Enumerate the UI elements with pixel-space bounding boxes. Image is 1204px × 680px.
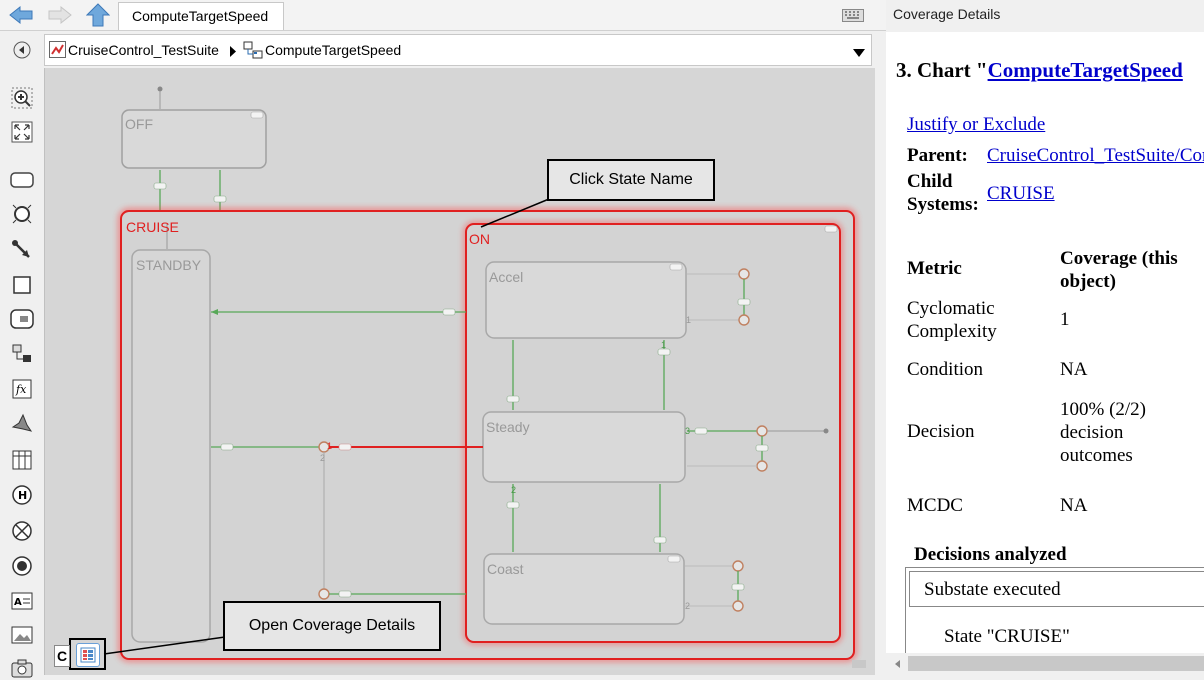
model-icon	[49, 41, 66, 61]
coverage-report-icon	[80, 647, 96, 663]
decisions-table: Substate executed State "CRUISE"	[905, 567, 1204, 653]
metric-value: NA	[1060, 495, 1088, 516]
history-junction-icon[interactable]: H	[10, 483, 34, 507]
metric-name: Decision	[907, 421, 975, 442]
forward-arrow-icon[interactable]	[47, 4, 73, 26]
justify-or-exclude-link[interactable]: Justify or Exclude	[907, 114, 1045, 136]
callout-open-coverage-details: Open Coverage Details	[223, 601, 441, 651]
transition-number: 1	[661, 340, 667, 350]
svg-text:fx: fx	[15, 383, 27, 396]
simulink-state-icon[interactable]	[10, 342, 34, 366]
metric-name: MCDC	[907, 495, 963, 516]
chart-icon	[243, 41, 263, 62]
chart-heading: 3. Chart "ComputeTargetSpeed	[896, 58, 1183, 83]
decision-row-label: Substate executed	[924, 579, 1061, 600]
metric-header: Metric	[907, 258, 962, 279]
chart-heading-link[interactable]: ComputeTargetSpeed	[988, 58, 1183, 82]
breadcrumb: CruiseControl_TestSuite ComputeTargetSpe…	[44, 34, 872, 66]
coverage-details-panel: 3. Chart "ComputeTargetSpeed Justify or …	[886, 32, 1204, 653]
exit-junction-icon[interactable]	[10, 519, 34, 543]
metric-name: Condition	[907, 359, 984, 380]
tab-compute-target-speed[interactable]: ComputeTargetSpeed	[118, 2, 284, 30]
state-coast-label: Coast	[487, 561, 524, 577]
box-tool-icon[interactable]	[10, 273, 34, 297]
decisions-heading: Decisions analyzed	[914, 544, 1067, 565]
scrollbar-track	[895, 656, 1204, 671]
callout-click-state-name: Click State Name	[547, 159, 715, 201]
fit-to-view-icon[interactable]	[10, 120, 34, 144]
matlab-function-icon[interactable]	[10, 412, 34, 436]
transition-number: 3	[685, 426, 691, 436]
annotation-tool-icon[interactable]: A	[10, 589, 34, 613]
breadcrumb-chart[interactable]: ComputeTargetSpeed	[265, 42, 401, 58]
metric-value: NA	[1060, 359, 1088, 380]
graphical-function-icon[interactable]: fx	[10, 377, 34, 401]
breadcrumb-separator-icon	[229, 45, 237, 60]
state-standby[interactable]	[131, 249, 211, 643]
coverage-details-title: Coverage Details	[893, 6, 1001, 22]
decision-row: Substate executed	[909, 571, 1204, 607]
child-systems-label-2: Systems:	[907, 194, 979, 215]
transition-number: 2	[320, 453, 326, 463]
child-link-cruise[interactable]: CRUISE	[987, 183, 1055, 205]
state-cruise-label[interactable]: CRUISE	[126, 219, 179, 235]
default-transition-icon[interactable]	[10, 238, 34, 262]
state-steady-label: Steady	[486, 419, 530, 435]
child-systems-label-1: Child	[907, 171, 953, 192]
coverage-badge[interactable]: C	[54, 645, 70, 667]
junction-tool-icon[interactable]	[10, 202, 34, 226]
hide-palette-icon[interactable]	[10, 38, 34, 62]
chevron-down-icon[interactable]	[853, 45, 865, 60]
decision-state: State "CRUISE"	[944, 626, 1070, 647]
zoom-in-icon[interactable]	[10, 86, 34, 110]
horizontal-scrollbar[interactable]	[886, 653, 1204, 675]
transition-number: 2	[685, 601, 691, 611]
metric-value: 100% (2/2) decision outcomes	[1060, 399, 1147, 466]
state-off-label: OFF	[125, 116, 153, 132]
chart-heading-prefix: 3. Chart "	[896, 58, 988, 82]
transition-number: 2	[511, 485, 517, 495]
parent-link[interactable]: CruiseControl_TestSuite/ComputeTargetSpe…	[987, 145, 1204, 167]
back-arrow-icon[interactable]	[8, 4, 34, 26]
state-on-label[interactable]: ON	[469, 231, 490, 247]
parent-label: Parent:	[907, 145, 968, 166]
top-toolbar: ComputeTargetSpeed	[0, 0, 886, 31]
subchart-tool-icon[interactable]	[10, 307, 34, 331]
coverage-header: Coverage (this object)	[1060, 248, 1178, 292]
svg-text:A: A	[14, 597, 22, 608]
camera-icon[interactable]	[10, 656, 34, 680]
transition-number: 1	[327, 441, 333, 451]
transition-number: 1	[686, 315, 692, 325]
breadcrumb-model[interactable]: CruiseControl_TestSuite	[68, 42, 219, 58]
image-tool-icon[interactable]	[10, 623, 34, 647]
coverage-details-button[interactable]	[76, 643, 100, 667]
state-tool-icon[interactable]	[10, 168, 34, 192]
up-arrow-icon[interactable]	[85, 3, 111, 27]
entry-junction-icon[interactable]	[10, 554, 34, 578]
state-accel-label: Accel	[489, 269, 524, 285]
chart-diagram	[69, 86, 866, 670]
keyboard-icon[interactable]	[842, 9, 864, 22]
stateflow-canvas[interactable]: OFF CRUISE STANDBY ON Accel Steady Coast…	[44, 68, 875, 675]
state-standby-label: STANDBY	[136, 257, 202, 273]
tool-palette: fx H A	[0, 34, 44, 678]
metric-name: Cyclomatic Complexity	[907, 298, 997, 342]
truth-table-icon[interactable]	[10, 448, 34, 472]
svg-text:H: H	[18, 489, 27, 502]
metric-value: 1	[1060, 309, 1070, 330]
